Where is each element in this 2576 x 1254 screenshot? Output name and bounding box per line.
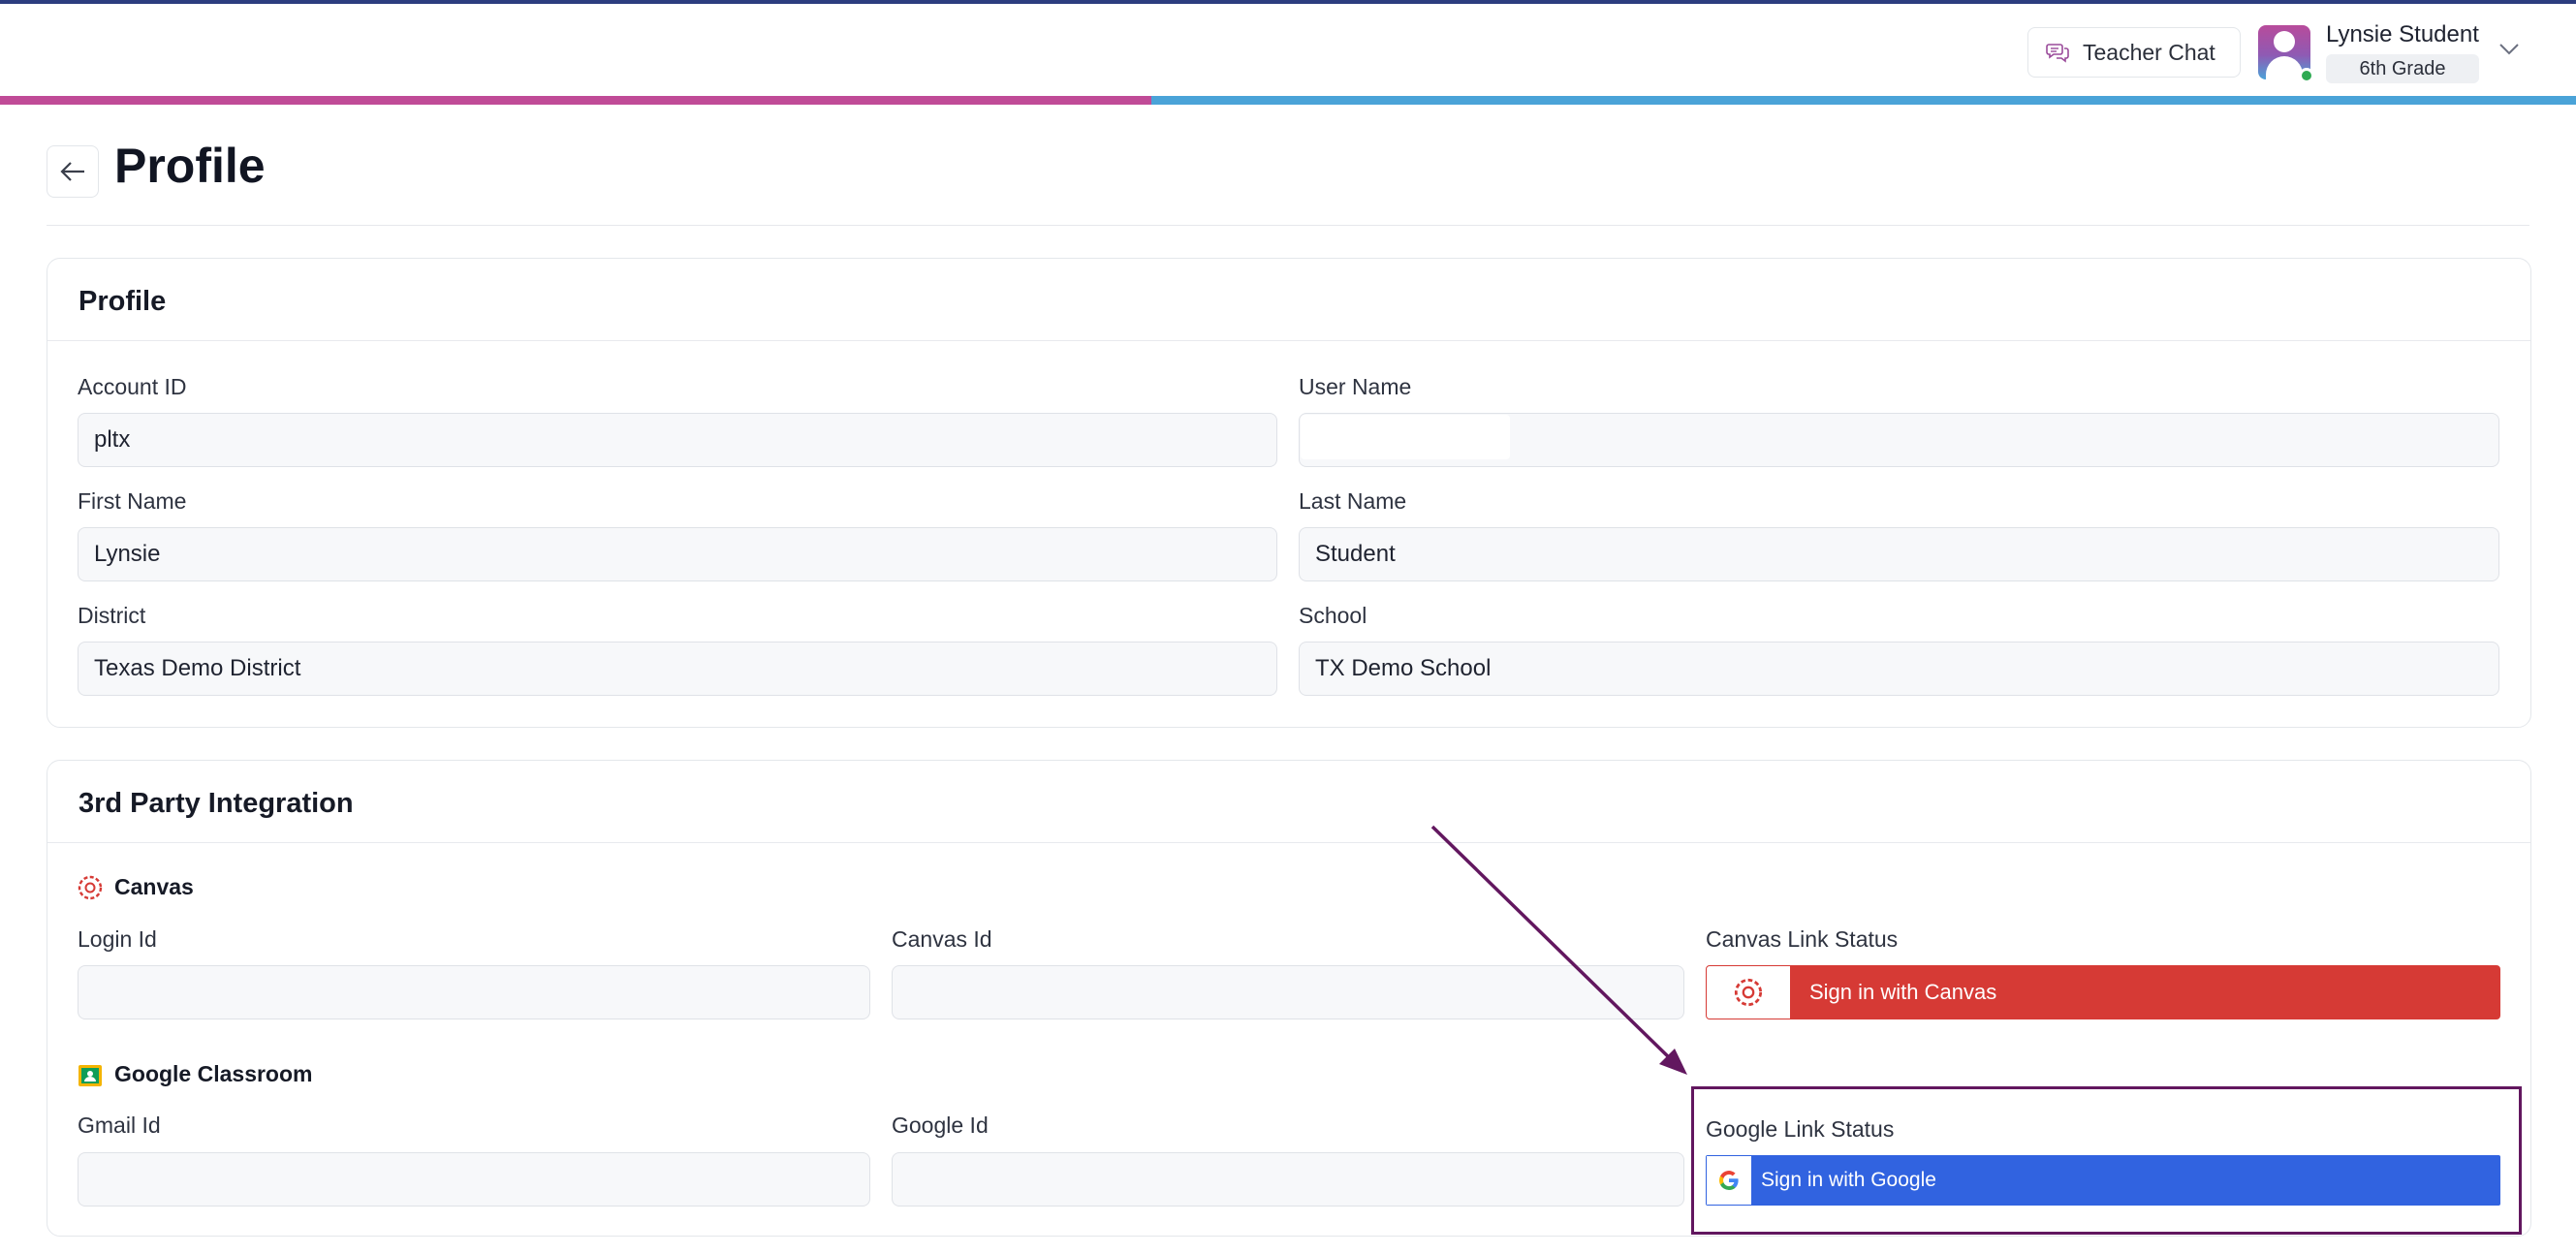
progress-bar-fill [0,96,1152,105]
district-input[interactable] [78,642,1277,696]
last-name-label: Last Name [1299,488,1407,514]
sign-in-with-canvas-label: Sign in with Canvas [1809,980,1997,1004]
chat-icon [2046,44,2069,63]
user-name-label: User Name [1299,374,1412,399]
chevron-down-icon[interactable] [2498,43,2520,56]
sign-in-with-google-label: Sign in with Google [1761,1169,1936,1191]
teacher-chat-label: Teacher Chat [2083,39,2215,65]
first-name-input[interactable] [78,527,1277,581]
login-id-label: Login Id [78,926,157,952]
app-header: Teacher Chat Lynsie Student 6th Grade [0,4,2576,97]
user-name: Lynsie Student [2326,21,2479,47]
canvas-link-status-label: Canvas Link Status [1706,926,1899,952]
canvas-logo-icon [78,875,103,900]
login-id-input[interactable] [78,965,870,1019]
google-classroom-section-label: Google Classroom [114,1061,313,1086]
sign-in-with-google-button[interactable]: Sign in with Google [1706,1155,2500,1206]
canvas-id-input[interactable] [892,965,1684,1019]
google-id-label: Google Id [892,1113,989,1138]
gmail-id-input[interactable] [78,1152,870,1207]
gmail-id-label: Gmail Id [78,1113,161,1138]
google-logo-icon [1718,1171,1739,1190]
integration-card-header: 3rd Party Integration [47,761,2530,843]
integration-card-title: 3rd Party Integration [79,788,354,819]
first-name-label: First Name [78,488,187,514]
google-link-status-label: Google Link Status [1706,1116,1895,1142]
google-id-input[interactable] [892,1152,1684,1207]
school-label: School [1299,603,1367,628]
divider [47,225,2529,226]
account-id-input[interactable] [78,413,1277,467]
canvas-logo-icon [1734,978,1763,1007]
district-label: District [78,603,146,628]
school-input[interactable] [1299,642,2499,696]
account-id-label: Account ID [78,374,187,399]
grade-badge: 6th Grade [2326,54,2479,83]
sign-in-with-canvas-button[interactable]: Sign in with Canvas [1706,965,2500,1019]
teacher-chat-button[interactable]: Teacher Chat [2027,27,2241,78]
back-button[interactable] [47,145,99,198]
page-title: Profile [114,139,266,193]
profile-card-header: Profile [47,259,2530,341]
canvas-id-label: Canvas Id [892,926,992,952]
online-status-dot [2299,68,2314,83]
google-classroom-icon [79,1065,102,1086]
arrow-left-icon [60,162,84,181]
redacted-value [1301,415,1510,459]
progress-bar [0,96,2576,105]
profile-card-title: Profile [79,286,167,317]
canvas-section-label: Canvas [114,874,194,899]
last-name-input[interactable] [1299,527,2499,581]
